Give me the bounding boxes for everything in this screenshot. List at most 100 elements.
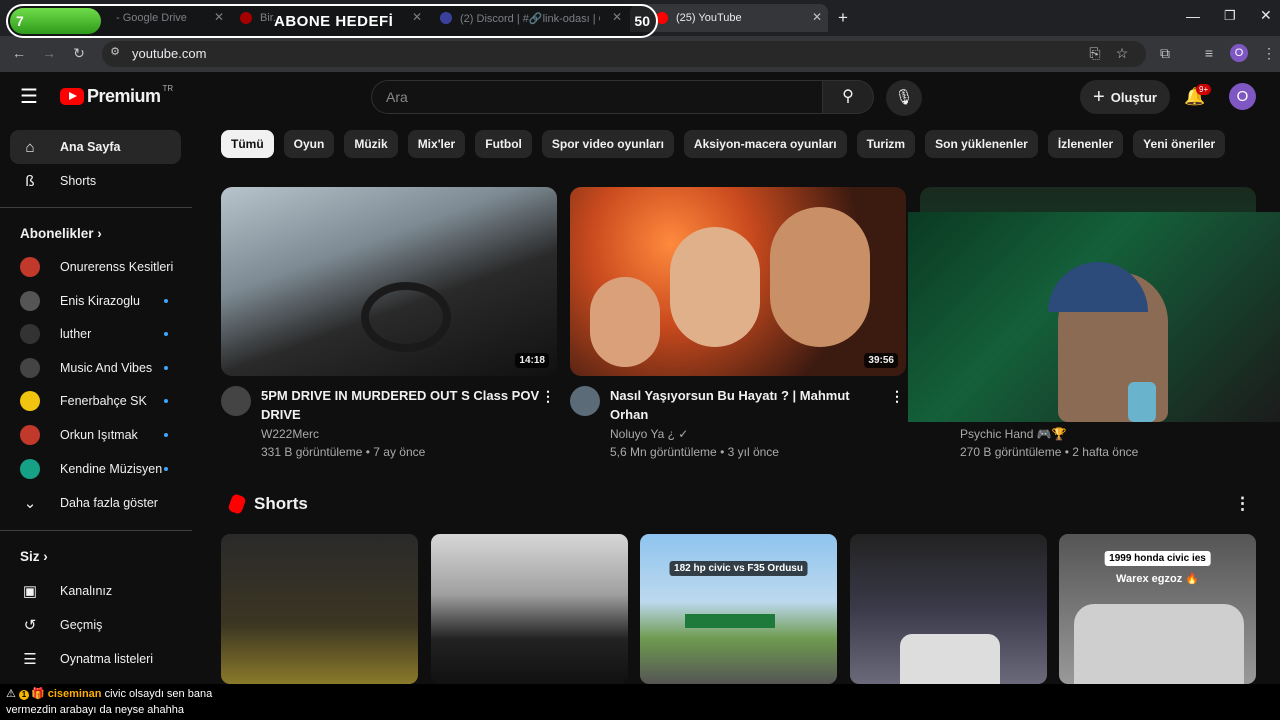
- filter-chip[interactable]: Spor video oyunları: [541, 130, 674, 158]
- filter-chips: Tümü Oyun Müzik Mix'ler Futbol Spor video oyu…: [221, 130, 1226, 158]
- video-title[interactable]: 5PM DRIVE IN MURDERED OUT S Class POV DR…: [261, 386, 541, 424]
- car-graphic: [1074, 604, 1244, 684]
- sidebar-subscription-item[interactable]: Fenerbahçe SK: [10, 384, 181, 418]
- filter-chip[interactable]: Müzik: [344, 130, 398, 158]
- tab-title: (25) YouTube: [676, 12, 742, 24]
- filter-chip[interactable]: İzlenenler: [1047, 130, 1124, 158]
- back-icon[interactable]: ←: [10, 45, 28, 61]
- sidebar-subscription-item[interactable]: Music And Vibes: [10, 351, 181, 385]
- hamburger-menu-icon[interactable]: ☰: [20, 87, 40, 107]
- sidebar-item-label: Orkun Işıtmak: [60, 428, 138, 442]
- short-caption: Warex egzoz 🔥: [1116, 573, 1199, 585]
- sidebar-subscription-item[interactable]: Enis Kirazoglu: [10, 284, 181, 318]
- reload-icon[interactable]: ↻: [70, 45, 88, 62]
- channel-avatar[interactable]: [221, 386, 251, 416]
- chevron-right-icon: ›: [97, 226, 102, 241]
- create-button[interactable]: + Oluştur: [1080, 80, 1170, 114]
- filter-chip[interactable]: Oyun: [283, 130, 335, 158]
- show-more-button[interactable]: ⌄ Daha fazla göster: [10, 486, 181, 520]
- channel-avatar: [20, 425, 40, 445]
- logo-text: Premium: [87, 86, 161, 106]
- channel-avatar: [20, 458, 40, 479]
- channel-name[interactable]: Noluyo Ya ¿ ✓: [610, 427, 688, 441]
- filter-chip[interactable]: Yeni öneriler: [1133, 130, 1226, 158]
- filter-chip[interactable]: Aksiyon-macera oyunları: [683, 130, 847, 158]
- new-content-dot: [164, 399, 168, 404]
- video-thumbnail[interactable]: 14:18: [221, 187, 557, 376]
- channel-name[interactable]: W222Merc: [261, 427, 319, 441]
- short-card[interactable]: [850, 534, 1047, 684]
- shorts-icon: ß: [25, 172, 35, 190]
- sidebar-item-history[interactable]: ↺ Geçmiş: [10, 608, 181, 642]
- sidebar-item-home[interactable]: ⌂ Ana Sayfa: [10, 130, 181, 164]
- video-meta: 270 B görüntüleme • 2 hafta önce: [960, 445, 1139, 459]
- sidebar-item-label: Shorts: [60, 174, 97, 188]
- restore-icon[interactable]: ❐: [1224, 8, 1236, 24]
- filter-chip[interactable]: Son yüklenenler: [925, 130, 1038, 158]
- more-actions-icon[interactable]: ⋮: [890, 388, 904, 405]
- media-control-icon[interactable]: ≡: [1200, 45, 1218, 61]
- minimize-icon[interactable]: —: [1186, 8, 1200, 24]
- new-content-dot: [164, 332, 168, 337]
- goal-title: ABONE HEDEFİ: [274, 13, 394, 30]
- tab-youtube[interactable]: (25) YouTube ✕: [630, 4, 828, 32]
- forward-icon[interactable]: →: [40, 45, 58, 61]
- browser-menu-icon[interactable]: ⋮: [1260, 45, 1278, 62]
- voice-search-button[interactable]: 🎙: [886, 80, 922, 116]
- sidebar-item-your-channel[interactable]: ▣ Kanalınız: [10, 574, 181, 608]
- sidebar-subscription-item[interactable]: Kendine Müzisyen: [10, 452, 181, 486]
- sidebar-item-shorts[interactable]: ß Shorts: [10, 164, 181, 198]
- sidebar-item-playlists[interactable]: ☰ Oynatma listeleri: [10, 642, 181, 676]
- install-app-icon[interactable]: ⎘: [1086, 45, 1104, 62]
- channel-avatar[interactable]: [570, 386, 600, 416]
- channel-name[interactable]: Psychic Hand 🎮🏆: [960, 427, 1067, 441]
- sidebar-subscription-item[interactable]: Onurerenss Kesitleri: [10, 250, 181, 284]
- sidebar-item-label: Ana Sayfa: [60, 140, 121, 154]
- new-content-dot: [164, 298, 168, 303]
- filter-chip[interactable]: Futbol: [475, 130, 532, 158]
- chat-badge: 1: [18, 690, 29, 700]
- video-title[interactable]: Nasıl Yaşıyorsun Bu Hayatı ? | Mahmut Or…: [610, 386, 890, 424]
- site-info-icon[interactable]: ⚙: [106, 45, 124, 58]
- extensions-icon[interactable]: ⧉: [1156, 45, 1174, 62]
- address-bar[interactable]: [102, 41, 1146, 67]
- sidebar-subscription-item[interactable]: luther: [10, 317, 181, 351]
- warning-icon: ⚠: [6, 688, 16, 700]
- more-actions-icon[interactable]: ⋮: [541, 388, 555, 405]
- short-card[interactable]: [221, 534, 418, 684]
- sidebar-item-label: Enis Kirazoglu: [60, 293, 140, 308]
- chat-text: vermezdin arabayı da neyse ahahha: [6, 704, 184, 716]
- short-card[interactable]: 182 hp civic vs F35 Ordusu: [640, 534, 837, 684]
- short-card[interactable]: 1999 honda civic ies Warex egzoz 🔥: [1059, 534, 1256, 684]
- new-tab-button[interactable]: +: [838, 8, 848, 28]
- filter-chip[interactable]: Mix'ler: [407, 130, 466, 158]
- bookmark-star-icon[interactable]: ☆: [1113, 45, 1131, 62]
- notification-badge: 9+: [1196, 84, 1212, 95]
- subscriptions-header[interactable]: Abonelikler ›: [20, 226, 102, 241]
- chevron-right-icon: ›: [43, 549, 48, 564]
- sidebar-subscription-item[interactable]: Orkun Işıtmak: [10, 418, 181, 452]
- search-input[interactable]: Ara: [371, 80, 823, 114]
- user-avatar[interactable]: O: [1229, 83, 1256, 110]
- video-card[interactable]: 39:56 Nasıl Yaşıyorsun Bu Hayatı ? | Mah…: [570, 187, 906, 459]
- you-header[interactable]: Siz ›: [20, 549, 48, 564]
- filter-chip[interactable]: Tümü: [221, 130, 274, 158]
- youtube-premium-logo[interactable]: Premium TR: [60, 84, 173, 107]
- video-duration: 39:56: [864, 353, 898, 368]
- sidebar-item-label: Kanalınız: [60, 584, 113, 598]
- search-icon: ⚲: [842, 88, 854, 105]
- more-actions-icon[interactable]: ⋮: [1234, 494, 1251, 514]
- close-window-icon[interactable]: ✕: [1260, 7, 1272, 24]
- browser-profile-avatar[interactable]: O: [1230, 44, 1248, 62]
- short-card[interactable]: [431, 534, 628, 684]
- filter-chip[interactable]: Turizm: [856, 130, 916, 158]
- url-text[interactable]: youtube.com: [132, 46, 206, 61]
- video-thumbnail[interactable]: 39:56: [570, 187, 906, 376]
- short-caption: 182 hp civic vs F35 Ordusu: [669, 561, 808, 576]
- search-button[interactable]: ⚲: [822, 80, 874, 114]
- plus-icon: +: [1093, 85, 1105, 108]
- video-card[interactable]: 14:18 5PM DRIVE IN MURDERED OUT S Class …: [221, 187, 557, 459]
- close-tab-icon[interactable]: ✕: [812, 10, 822, 24]
- webcam-overlay: [908, 212, 1280, 422]
- playlist-icon: ☰: [23, 651, 37, 668]
